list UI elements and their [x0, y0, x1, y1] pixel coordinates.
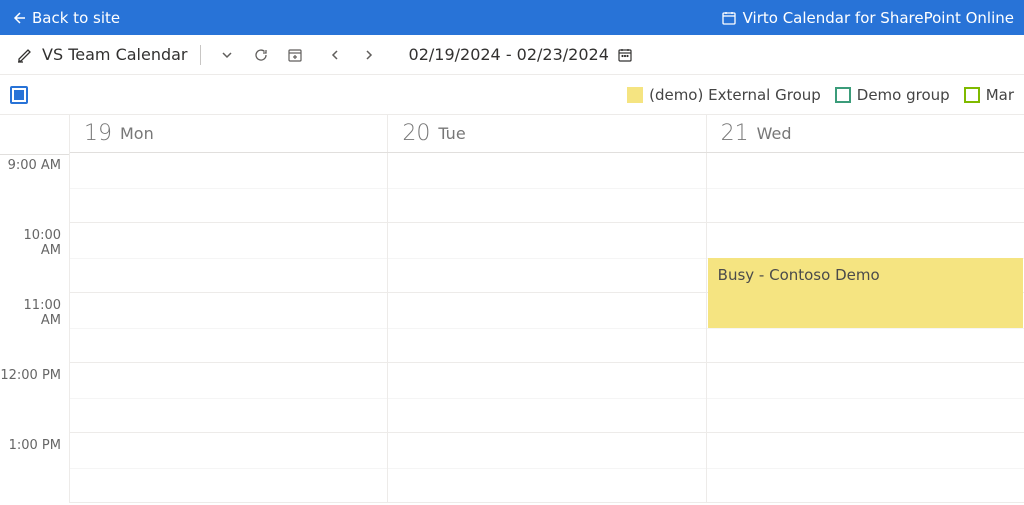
- half-hour-line: [388, 258, 705, 259]
- day-number: 21: [721, 121, 749, 146]
- time-column: 9:00 AM10:00 AM11:00 AM12:00 PM1:00 PM: [0, 115, 70, 503]
- day-header[interactable]: 20 Tue: [388, 115, 706, 152]
- prev-button[interactable]: [321, 41, 349, 69]
- half-hour-line: [70, 398, 387, 399]
- legend-label: Demo group: [857, 86, 950, 104]
- days-column: 19 Mon 20 Tue 21 Wed Busy - Contoso Demo: [70, 115, 1024, 503]
- half-hour-line: [70, 468, 387, 469]
- legend-swatch: [835, 87, 851, 103]
- time-label: 12:00 PM: [0, 365, 69, 435]
- refresh-icon: [253, 47, 269, 63]
- day-column[interactable]: Busy - Contoso Demo: [707, 153, 1024, 503]
- legend-row: (demo) External Group Demo group Mar: [0, 75, 1024, 115]
- brand-link[interactable]: Virto Calendar for SharePoint Online: [721, 9, 1014, 27]
- day-number: 20: [402, 121, 430, 146]
- day-body: Busy - Contoso Demo: [70, 153, 1024, 503]
- brand-label: Virto Calendar for SharePoint Online: [743, 9, 1014, 27]
- day-header[interactable]: 19 Mon: [70, 115, 388, 152]
- calendar-plus-icon: [287, 47, 303, 63]
- back-to-site-label: Back to site: [32, 9, 120, 27]
- calendar-title: VS Team Calendar: [42, 45, 188, 64]
- add-event-button[interactable]: [281, 41, 309, 69]
- toolbar: VS Team Calendar 02/19/2024 - 02/23/2024: [0, 35, 1024, 75]
- legend-swatch: [964, 87, 980, 103]
- time-label: 9:00 AM: [0, 155, 69, 225]
- half-hour-line: [70, 258, 387, 259]
- half-hour-line: [388, 398, 705, 399]
- half-hour-line: [707, 328, 1024, 329]
- legend-label: Mar: [986, 86, 1014, 104]
- chevron-down-icon: [220, 48, 234, 62]
- date-range[interactable]: 02/19/2024 - 02/23/2024: [409, 45, 633, 64]
- checkbox-checked-icon: [14, 90, 24, 100]
- refresh-button[interactable]: [247, 41, 275, 69]
- day-column[interactable]: [70, 153, 388, 503]
- day-name: Mon: [120, 124, 154, 143]
- time-label: 1:00 PM: [0, 435, 69, 505]
- day-name: Wed: [757, 124, 792, 143]
- day-column[interactable]: [388, 153, 706, 503]
- legend-item[interactable]: Demo group: [835, 86, 950, 104]
- day-name: Tue: [438, 124, 465, 143]
- day-header[interactable]: 21 Wed: [707, 115, 1024, 152]
- chevron-right-icon: [362, 48, 376, 62]
- half-hour-line: [388, 328, 705, 329]
- calendar-icon: [617, 47, 633, 63]
- chevron-left-icon: [328, 48, 342, 62]
- half-hour-line: [707, 468, 1024, 469]
- time-label: 10:00 AM: [0, 225, 69, 295]
- calendar-brand-icon: [721, 10, 737, 26]
- day-header-row: 19 Mon 20 Tue 21 Wed: [70, 115, 1024, 153]
- divider: [200, 45, 201, 65]
- legend-swatch: [627, 87, 643, 103]
- arrow-left-icon: [10, 10, 26, 26]
- top-bar: Back to site Virto Calendar for SharePoi…: [0, 0, 1024, 35]
- half-hour-line: [70, 188, 387, 189]
- half-hour-line: [707, 188, 1024, 189]
- half-hour-line: [707, 398, 1024, 399]
- dropdown-button[interactable]: [213, 41, 241, 69]
- select-all-checkbox[interactable]: [10, 86, 28, 104]
- back-to-site-link[interactable]: Back to site: [10, 9, 120, 27]
- legend-item[interactable]: Mar: [964, 86, 1014, 104]
- next-button[interactable]: [355, 41, 383, 69]
- edit-icon: [16, 46, 34, 64]
- time-corner: [0, 115, 69, 155]
- calendar-area: 9:00 AM10:00 AM11:00 AM12:00 PM1:00 PM 1…: [0, 115, 1024, 503]
- calendar-event[interactable]: Busy - Contoso Demo: [708, 258, 1023, 328]
- time-label: 11:00 AM: [0, 295, 69, 365]
- legend-label: (demo) External Group: [649, 86, 821, 104]
- half-hour-line: [70, 328, 387, 329]
- half-hour-line: [388, 188, 705, 189]
- legend-item[interactable]: (demo) External Group: [627, 86, 821, 104]
- half-hour-line: [388, 468, 705, 469]
- day-number: 19: [84, 121, 112, 146]
- date-range-label: 02/19/2024 - 02/23/2024: [409, 45, 609, 64]
